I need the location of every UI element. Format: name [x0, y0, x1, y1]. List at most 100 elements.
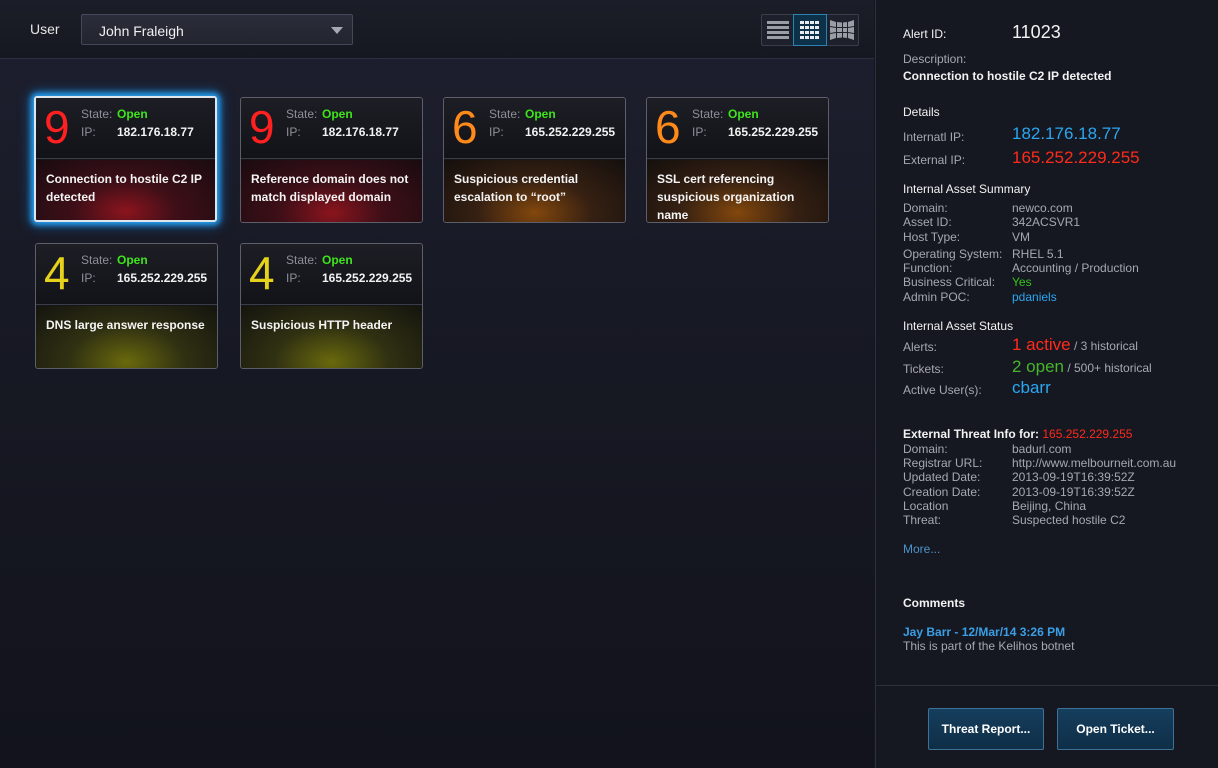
state-label: State:	[692, 107, 724, 121]
more-link[interactable]: More...	[903, 542, 940, 556]
state-label: State:	[81, 107, 113, 121]
alert-id-label: Alert ID:	[903, 27, 947, 41]
internal-ip-value: 182.176.18.77	[1012, 124, 1121, 143]
threat-field-value: Beijing, China	[1012, 499, 1087, 513]
asset-field-value: Accounting / Production	[1012, 261, 1139, 275]
alert-ip: 165.252.229.255	[525, 125, 616, 139]
alert-card-header: 6 State: Open IP: 165.252.229.255	[444, 98, 625, 159]
threat-report-button[interactable]: Threat Report...	[928, 708, 1044, 750]
active-users-value[interactable]: cbarr	[1012, 378, 1051, 398]
alert-state: Open	[117, 107, 148, 121]
description-label: Description:	[903, 52, 967, 66]
alert-card[interactable]: 9 State: Open IP: 182.176.18.77 Reference dom…	[240, 97, 423, 223]
admin-poc-link[interactable]: pdaniels	[1012, 290, 1057, 304]
tickets-historical-text: / 500+ historical	[1067, 361, 1152, 375]
alert-detail-content: Alert ID: 11023 Description: Connection …	[876, 0, 1218, 685]
asset-field-label: Admin POC:	[903, 290, 970, 304]
alert-description: Reference domain does not match displaye…	[251, 172, 409, 204]
list-view-button[interactable]	[762, 15, 794, 45]
asset-field-label: Business Critical:	[903, 275, 996, 289]
threat-field-value: http://www.melbourneit.com.au	[1012, 456, 1177, 470]
internal-ip-label: Internatl IP:	[903, 130, 965, 144]
alert-card-header: 9 State: Open IP: 182.176.18.77	[241, 98, 422, 159]
view-mode-toggle	[761, 14, 859, 46]
alert-severity: 4	[44, 247, 70, 299]
threat-ip: 165.252.229.255	[1042, 427, 1133, 441]
grid-view-icon	[800, 21, 819, 39]
asset-field-value: 342ACSVR1	[1012, 215, 1081, 229]
alert-card[interactable]: 9 State: Open IP: 182.176.18.77 Connection to…	[34, 96, 217, 222]
alert-card[interactable]: 4 State: Open IP: 165.252.229.255 Suspicious …	[240, 243, 423, 369]
threat-field-label: Updated Date:	[903, 470, 981, 484]
alert-card[interactable]: 6 State: Open IP: 165.252.229.255 Suspicious …	[443, 97, 626, 223]
alert-ip: 182.176.18.77	[117, 125, 194, 139]
threat-heading-text: External Threat Info for:	[903, 427, 1040, 441]
comment-text: This is part of the Kelihos botnet	[903, 639, 1075, 653]
alert-id-value: 11023	[1012, 22, 1061, 42]
alert-card-header: 4 State: Open IP: 165.252.229.255	[36, 244, 217, 305]
wall-view-button[interactable]	[826, 15, 858, 45]
asset-field-label: Domain:	[903, 201, 948, 215]
alert-severity: 4	[249, 247, 275, 299]
tickets-open-value[interactable]: 2 open / 500+ historical	[1012, 357, 1152, 377]
ip-label: IP:	[81, 125, 96, 139]
alerts-active-text: 1 active	[1012, 335, 1071, 354]
asset-field-value: newco.com	[1012, 201, 1073, 215]
alert-ip: 165.252.229.255	[728, 125, 819, 139]
asset-field-label: Asset ID:	[903, 215, 952, 229]
alert-card[interactable]: 6 State: Open IP: 165.252.229.255 SSL cert re…	[646, 97, 829, 223]
alert-description: Suspicious HTTP header	[251, 318, 393, 332]
alert-description: Suspicious credential escalation to “roo…	[454, 172, 579, 204]
threat-field-label: Domain:	[903, 442, 948, 456]
threat-field-label: Registrar URL:	[903, 456, 983, 470]
tickets-label: Tickets:	[903, 362, 944, 376]
threat-field-label: Location	[903, 499, 949, 513]
alert-state: Open	[322, 107, 353, 121]
alert-state: Open	[117, 253, 148, 267]
tickets-open-text: 2 open	[1012, 357, 1064, 376]
grid-view-button[interactable]	[793, 14, 827, 46]
alert-description: Connection to hostile C2 IP detected	[46, 172, 202, 204]
alert-card-body: Suspicious credential escalation to “roo…	[444, 160, 625, 222]
alerts-active-value[interactable]: 1 active / 3 historical	[1012, 335, 1138, 355]
open-ticket-button[interactable]: Open Ticket...	[1057, 708, 1174, 750]
chevron-down-icon	[331, 27, 343, 34]
alert-severity: 9	[44, 101, 70, 153]
alert-card[interactable]: 4 State: Open IP: 165.252.229.255 DNS large a…	[35, 243, 218, 369]
list-view-icon	[767, 21, 789, 39]
external-ip-value: 165.252.229.255	[1012, 148, 1140, 167]
threat-field-value: Suspected hostile C2	[1012, 513, 1126, 527]
alert-card-header: 4 State: Open IP: 165.252.229.255	[241, 244, 422, 305]
alert-severity: 9	[249, 101, 275, 153]
ip-label: IP:	[81, 271, 96, 285]
description-value: Connection to hostile C2 IP detected	[903, 69, 1112, 83]
asset-field-label: Host Type:	[903, 230, 961, 244]
state-label: State:	[286, 253, 318, 267]
external-ip-label: External IP:	[903, 153, 966, 167]
alert-card-body: DNS large answer response	[36, 306, 217, 368]
threat-field-value: 2013-09-19T16:39:52Z	[1012, 485, 1135, 499]
state-label: State:	[81, 253, 113, 267]
alert-card-header: 6 State: Open IP: 165.252.229.255	[647, 98, 828, 159]
asset-field-value: Yes	[1012, 275, 1032, 289]
alert-card-body: Suspicious HTTP header	[241, 306, 422, 368]
alerts-label: Alerts:	[903, 340, 938, 354]
active-users-label: Active User(s):	[903, 383, 982, 397]
user-dropdown[interactable]: John Fraleigh	[81, 14, 353, 45]
ip-label: IP:	[286, 125, 301, 139]
ip-label: IP:	[286, 271, 301, 285]
alert-state: Open	[525, 107, 556, 121]
asset-field-value: RHEL 5.1	[1012, 247, 1064, 261]
alerts-historical-text: / 3 historical	[1073, 339, 1138, 353]
state-label: State:	[286, 107, 318, 121]
state-label: State:	[489, 107, 521, 121]
asset-status-heading: Internal Asset Status	[903, 319, 1014, 333]
alerts-area: User John Fraleigh 9 State: Open IP: 182…	[0, 0, 874, 768]
ip-label: IP:	[692, 125, 707, 139]
alert-ip: 165.252.229.255	[117, 271, 208, 285]
alert-card-body: Reference domain does not match displaye…	[241, 160, 422, 222]
alert-ip: 165.252.229.255	[322, 271, 413, 285]
wall-view-icon	[830, 20, 854, 40]
alert-ip: 182.176.18.77	[322, 125, 399, 139]
threat-field-value: 2013-09-19T16:39:52Z	[1012, 470, 1135, 484]
